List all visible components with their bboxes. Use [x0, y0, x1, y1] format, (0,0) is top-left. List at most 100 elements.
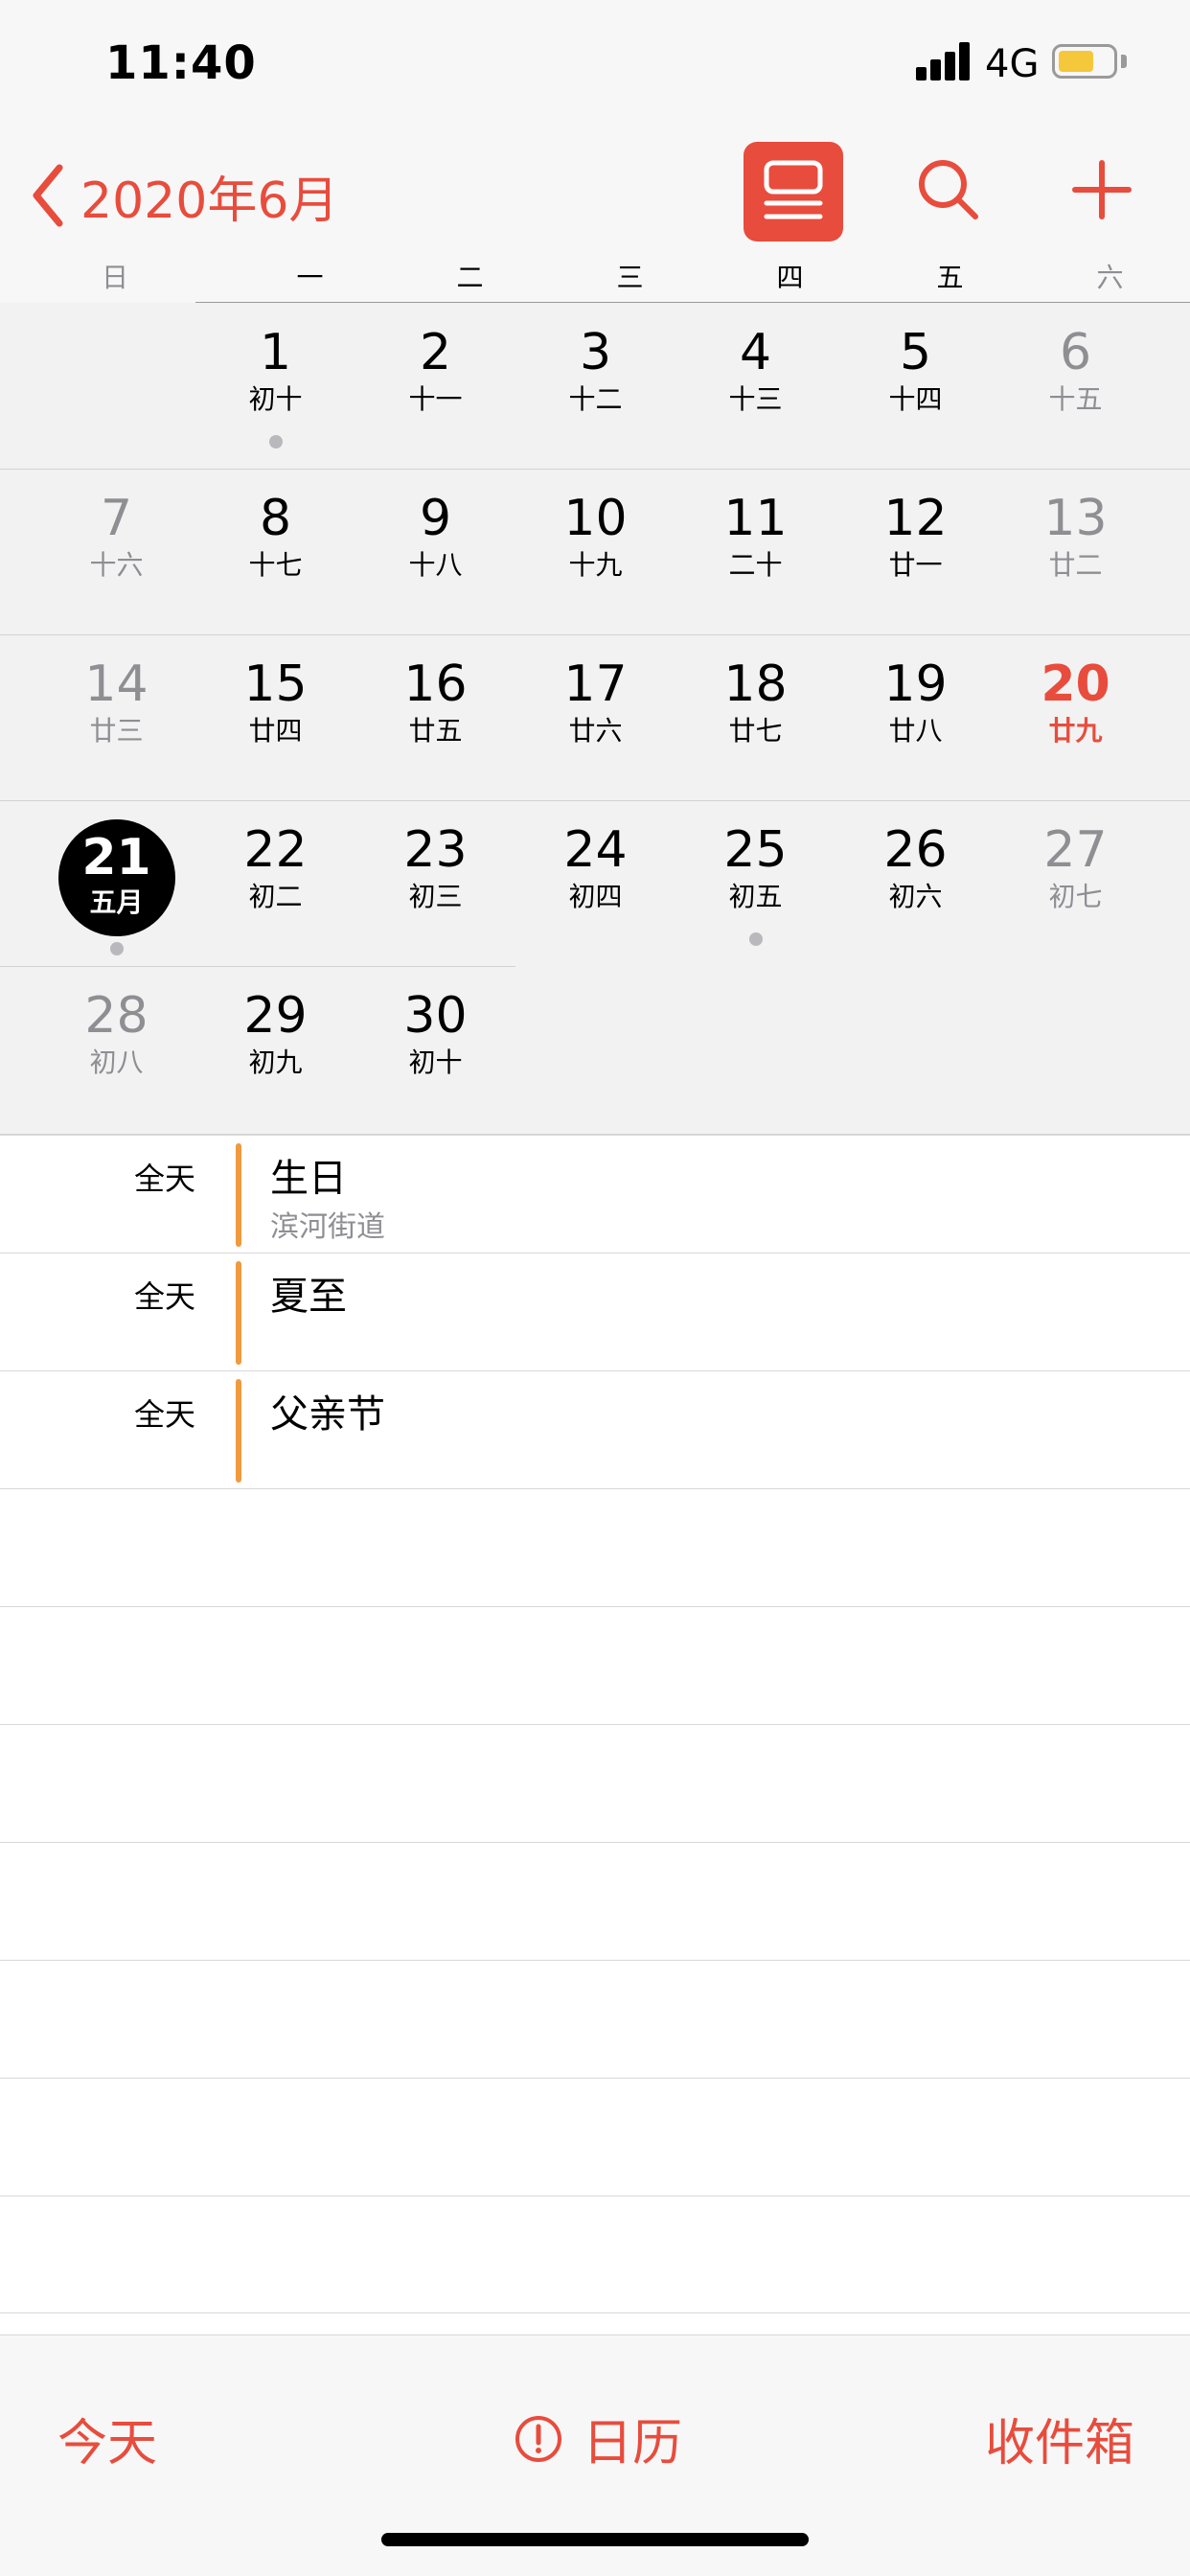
day-cell-11[interactable]: 11 二十: [675, 469, 835, 634]
day-cell-21[interactable]: 21 五月: [36, 800, 196, 966]
day-cell-23[interactable]: 23 初三: [355, 800, 515, 966]
event-title: 夏至: [270, 1275, 347, 1319]
empty-row: [0, 1488, 1190, 1606]
lunar-date: 初三: [408, 881, 463, 912]
lunar-date: 五月: [89, 886, 144, 918]
weekday-sun: 日: [101, 262, 128, 293]
day-number: 30: [403, 987, 468, 1045]
day-cell-9[interactable]: 9 十八: [355, 469, 515, 634]
empty-row: [0, 2196, 1190, 2313]
battery-icon: [1052, 44, 1117, 79]
day-cell-6[interactable]: 6 十五: [995, 303, 1156, 469]
lunar-date: 初六: [888, 881, 943, 912]
empty-row: [0, 1606, 1190, 1724]
event-row[interactable]: 全天 生日 滨河街道: [0, 1135, 1190, 1253]
day-cell-25[interactable]: 25 初五: [675, 800, 835, 966]
day-number: 25: [723, 821, 788, 879]
day-cell-15[interactable]: 15 廿四: [195, 634, 355, 800]
weekday-thu: 四: [776, 262, 804, 293]
event-dot: [268, 435, 283, 448]
home-indicator: [381, 2533, 809, 2546]
day-number: 29: [243, 987, 308, 1045]
event-time: 全天: [133, 1161, 195, 1197]
lunar-date: 廿二: [1048, 549, 1103, 581]
lunar-date: 二十: [728, 549, 783, 581]
day-cell-8[interactable]: 8 十七: [195, 469, 355, 634]
day-cell-5[interactable]: 5 十四: [835, 303, 995, 469]
day-cell-19[interactable]: 19 廿八: [835, 634, 995, 800]
battery-cap: [1121, 55, 1127, 68]
add-event-button[interactable]: [1064, 151, 1140, 228]
day-cell-12[interactable]: 12 廿一: [835, 469, 995, 634]
day-cell-24[interactable]: 24 初四: [515, 800, 675, 966]
calendars-label: 日历: [583, 2415, 683, 2472]
lunar-date: 廿九: [1048, 715, 1103, 747]
search-icon: [919, 160, 978, 219]
network-label: 4G: [985, 42, 1040, 86]
day-cell-13[interactable]: 13 廿二: [995, 469, 1156, 634]
lunar-date: 初四: [568, 881, 623, 912]
back-button[interactable]: 2020年6月: [29, 157, 338, 234]
lunar-date: 廿五: [408, 715, 463, 747]
lunar-date: 十八: [408, 549, 463, 581]
lunar-date: 初二: [248, 881, 303, 912]
day-cell-16[interactable]: 16 廿五: [355, 634, 515, 800]
lunar-date: 廿四: [248, 715, 303, 747]
lunar-date: 十四: [888, 383, 943, 415]
day-cell-7[interactable]: 7 十六: [36, 469, 196, 634]
lunar-date: 初九: [248, 1046, 303, 1078]
day-cell-2[interactable]: 2 十一: [355, 303, 515, 469]
weekday-wed: 三: [616, 262, 644, 293]
day-number: 26: [883, 821, 948, 879]
empty-row: [0, 1960, 1190, 2078]
day-cell-20[interactable]: 20 廿九: [995, 634, 1156, 800]
lunar-date: 初五: [728, 881, 783, 912]
day-cell-3[interactable]: 3 十二: [515, 303, 675, 469]
day-cell-22[interactable]: 22 初二: [195, 800, 355, 966]
day-cell-14[interactable]: 14 廿三: [36, 634, 196, 800]
day-number: 12: [883, 490, 948, 547]
empty-row: [0, 1842, 1190, 1960]
day-cell-27[interactable]: 27 初七: [995, 800, 1156, 966]
weekday-mon: 一: [296, 262, 324, 293]
inbox-button[interactable]: 收件箱: [985, 2403, 1134, 2474]
day-number: 14: [84, 656, 149, 713]
event-color-bar: [236, 1379, 241, 1483]
day-cell-10[interactable]: 10 十九: [515, 469, 675, 634]
day-cell-18[interactable]: 18 廿七: [675, 634, 835, 800]
lunar-date: 十七: [248, 549, 303, 581]
event-title: 生日: [270, 1157, 347, 1201]
event-color-bar: [236, 1143, 241, 1247]
day-number: 19: [883, 656, 948, 713]
event-row[interactable]: 全天 父亲节: [0, 1370, 1190, 1488]
event-time: 全天: [133, 1278, 195, 1315]
day-cell-1[interactable]: 1 初十: [195, 303, 355, 469]
day-cell-30[interactable]: 30 初十: [355, 966, 515, 1132]
lunar-date: 初八: [89, 1046, 144, 1078]
empty-row: [0, 2078, 1190, 2196]
day-cell-29[interactable]: 29 初九: [195, 966, 355, 1132]
lunar-date: 十五: [1048, 383, 1103, 415]
weekday-tue: 二: [456, 262, 484, 293]
day-cell-26[interactable]: 26 初六: [835, 800, 995, 966]
event-title: 父亲节: [270, 1392, 385, 1437]
day-number: 7: [100, 490, 133, 547]
lunar-date: 十二: [568, 383, 623, 415]
event-time: 全天: [133, 1396, 195, 1433]
search-button[interactable]: [910, 151, 987, 228]
calendars-button[interactable]: 日历: [514, 2403, 682, 2474]
event-row[interactable]: 全天 夏至: [0, 1253, 1190, 1370]
today-button[interactable]: 今天: [57, 2403, 157, 2474]
lunar-date: 十一: [408, 383, 463, 415]
list-view-button[interactable]: [744, 142, 843, 242]
lunar-date: 十六: [89, 549, 144, 581]
weekday-fri: 五: [936, 262, 964, 293]
day-cell-4[interactable]: 4 十三: [675, 303, 835, 469]
day-number: 21: [81, 829, 151, 886]
day-cell-17[interactable]: 17 廿六: [515, 634, 675, 800]
day-cell-28[interactable]: 28 初八: [36, 966, 196, 1132]
day-number: 18: [723, 656, 788, 713]
day-number: 11: [723, 490, 788, 547]
day-number: 20: [1041, 656, 1110, 713]
weekday-header: 日 一 二 三 四 五 六: [0, 257, 1190, 303]
